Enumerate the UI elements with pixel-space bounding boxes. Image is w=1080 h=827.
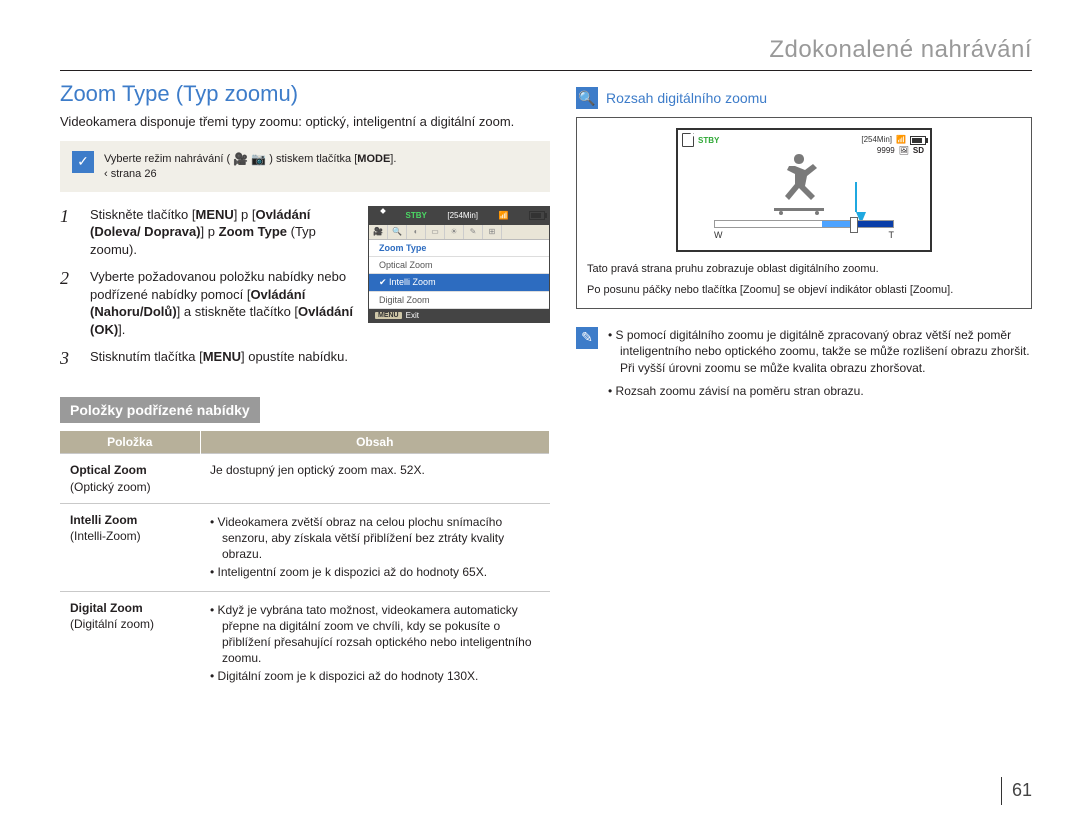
submenu-banner: Položky podřízené nabídky [60,397,260,423]
digital-zoom-range-heading: 🔍 Rozsah digitálního zoomu [576,87,1032,109]
options-table: Položka Obsah Optical Zoom(Optický zoom)… [60,431,550,694]
note-icon: ✎ [576,327,598,349]
osd-menu-item: Optical Zoom [369,257,549,274]
tab-icon: ⊞ [483,225,502,239]
note-fragment: ) stiskem tlačítka [ [269,153,357,165]
manual-page: Zdokonalené nahrávání Zoom Type (Typ zoo… [0,0,1080,827]
table-row: Intelli Zoom(Intelli-Zoom)Videokamera zv… [60,503,550,591]
tip-line: Rozsah zoomu závisí na poměru stran obra… [608,383,1032,400]
sd-icon [682,133,694,147]
th-desc: Obsah [200,431,550,454]
shots-value: 9999 [877,146,895,155]
digital-zoom-box: STBY [254Min] 📶 9999 🖼 SD [576,117,1032,309]
zoom-bar: W T [714,220,894,240]
intro-text: Videokamera disponuje třemi typy zoomu: … [60,113,550,131]
osd-menu-heading: Zoom Type [369,240,549,257]
options-tbody: Optical Zoom(Optický zoom)Je dostupný je… [60,454,550,695]
mode-label: MODE [357,153,390,165]
option-desc: Je dostupný jen optický zoom max. 52X. [200,454,550,503]
table-row: Digital Zoom(Digitální zoom)Když je vybr… [60,591,550,694]
check-icon: ✓ [72,151,94,173]
zoom-wide-label: W [714,230,723,240]
signal-icon: 📶 [896,135,906,144]
step-body: Stisknutím tlačítka [MENU] opustíte nabí… [90,348,354,366]
option-name: Digital Zoom(Digitální zoom) [60,591,200,694]
step-number: 1 [60,206,78,227]
sd-icon [373,209,385,223]
lcd-top-bar: STBY [254Min] 📶 [682,133,926,147]
step-number: 3 [60,348,78,369]
tip-line: S pomocí digitálního zoomu je digitálně … [608,327,1032,377]
lcd-preview: STBY [254Min] 📶 9999 🖼 SD [676,128,932,252]
digital-zoom-caption-1: Tato pravá strana pruhu zobrazuje oblast… [587,262,1021,277]
time-remaining: [254Min] [447,211,478,220]
stby-label: STBY [698,136,719,145]
zoom-track [714,220,894,228]
table-row: Optical Zoom(Optický zoom)Je dostupný je… [60,454,550,503]
signal-icon: 📶 [499,211,509,220]
step-1: 1 Stiskněte tlačítko [MENU] p [Ovládání … [60,206,354,259]
two-column-layout: Zoom Type (Typ zoomu) Videokamera dispon… [60,81,1032,694]
osd-top-bar: STBY [254Min] 📶 [369,207,549,225]
battery-icon [910,135,926,144]
shots-remaining: 9999 🖼 SD [877,146,924,155]
zoom-tele-label: T [889,230,895,240]
section-heading: Zoom Type (Typ zoomu) [60,81,550,107]
option-desc: Videokamera zvětší obraz na celou plochu… [200,503,550,591]
tab-icon: 🔍 [388,225,407,239]
tab-icon: ▭ [426,225,445,239]
step-body: Stiskněte tlačítko [MENU] p [Ovládání (D… [90,206,354,259]
osd-selected-label: Intelli Zoom [389,277,436,287]
zoom-handle [850,217,858,233]
chapter-title: Zdokonalené nahrávání [60,36,1032,64]
step-3: 3 Stisknutím tlačítka [MENU] opustíte na… [60,348,354,369]
step-body: Vyberte požadovanou položku nabídky nebo… [90,268,354,338]
left-column: Zoom Type (Typ zoomu) Videokamera dispon… [60,81,550,694]
precondition-note: ✓ Vyberte režim nahrávání ( 🎥 📷 ) stiske… [60,141,550,192]
magnifier-icon: 🔍 [576,87,598,109]
page-reference: ‹ strana 26 [104,167,396,182]
digital-zoom-caption-2: Po posunu páčky nebo tlačítka [Zoomu] se… [587,283,1021,298]
divider [60,70,1032,71]
tab-icon: ◐ [407,225,426,239]
camera-icon: 📷 [251,152,266,166]
note-fragment: Vyberte režim nahrávání ( [104,153,230,165]
osd-menu-item: Digital Zoom [369,292,549,309]
photo-size-icon: 🖼 [899,146,909,155]
osd-menu-mock: STBY [254Min] 📶 🎥 🔍 ◐ ▭ ☀ ✎ ⊞ Zoo [368,206,550,323]
osd-tab-row: 🎥 🔍 ◐ ▭ ☀ ✎ ⊞ [369,225,549,240]
option-name: Optical Zoom(Optický zoom) [60,454,200,503]
videocam-icon: 🎥 [233,152,248,166]
tips-lines: S pomocí digitálního zoomu je digitálně … [608,327,1032,406]
page-number: 61 [1001,777,1032,805]
steps-list: 1 Stiskněte tlačítko [MENU] p [Ovládání … [60,206,354,380]
option-name: Intelli Zoom(Intelli-Zoom) [60,503,200,591]
tips-box: ✎ S pomocí digitálního zoomu je digitáln… [576,327,1032,406]
exit-label: Exit [406,311,419,320]
step-number: 2 [60,268,78,289]
note-text: Vyberte režim nahrávání ( 🎥 📷 ) stiskem … [104,151,396,182]
time-remaining: [254Min] [861,135,892,144]
sd-label: SD [913,146,924,155]
digital-zoom-range-label: Rozsah digitálního zoomu [606,90,767,106]
stby-label: STBY [406,211,427,220]
tab-icon: 🎥 [369,225,388,239]
tab-icon: ✎ [464,225,483,239]
osd-menu-item-selected: ✔ Intelli Zoom [369,274,549,292]
right-column: 🔍 Rozsah digitálního zoomu STBY [254Min]… [576,81,1032,694]
tab-icon: ☀ [445,225,464,239]
note-fragment: ]. [390,153,396,165]
option-desc: Když je vybrána tato možnost, videokamer… [200,591,550,694]
skateboarder-silhouette [769,150,839,215]
battery-icon [529,211,545,220]
th-item: Položka [60,431,200,454]
step-2: 2 Vyberte požadovanou položku nabídky ne… [60,268,354,338]
menu-chip: MENU [375,312,402,319]
osd-footer: MENU Exit [369,309,549,322]
callout-arrow [855,182,857,212]
